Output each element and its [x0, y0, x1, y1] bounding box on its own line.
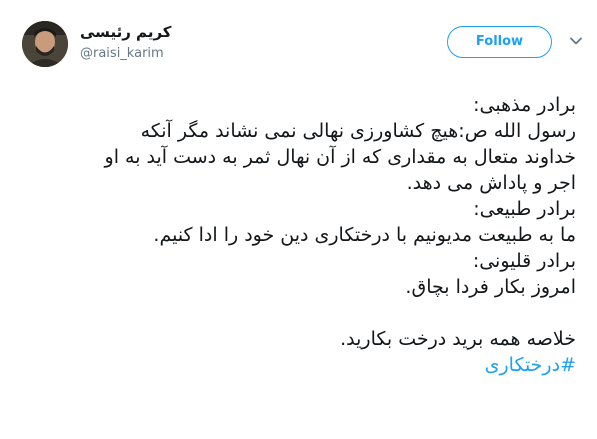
- tweet-line: ما به طبیعت مدیونیم با درختکاری دین خود …: [153, 224, 576, 246]
- chevron-down-icon[interactable]: [569, 34, 583, 48]
- author-name[interactable]: کریم رئیسی: [80, 23, 172, 41]
- hashtag-link[interactable]: #درختکاری: [16, 352, 576, 378]
- author-handle[interactable]: @raisi_karim: [80, 46, 164, 61]
- tweet-line: خلاصه همه برید درخت بکارید.: [340, 328, 576, 350]
- tweet-line: خداوند متعال به مقداری که از آن نهال ثمر…: [104, 146, 576, 168]
- tweet-line: برادر قلیونی:: [472, 250, 576, 272]
- tweet-text: برادر مذهبی: رسول الله ص:هیچ کشاورزی نها…: [16, 92, 576, 378]
- tweet-line: برادر طبیعی:: [473, 198, 576, 220]
- tweet-line: امروز بکار فردا بچاق.: [405, 276, 576, 298]
- tweet-line: برادر مذهبی:: [473, 94, 576, 116]
- avatar[interactable]: [22, 21, 68, 67]
- follow-button[interactable]: Follow: [447, 26, 552, 58]
- tweet-line: رسول الله ص:هیچ کشاورزی نهالی نمی نشاند …: [140, 120, 576, 142]
- tweet-line: اجر و پاداش می دهد.: [406, 172, 576, 194]
- tweet-card: کریم رئیسی @raisi_karim Follow برادر مذه…: [0, 0, 597, 439]
